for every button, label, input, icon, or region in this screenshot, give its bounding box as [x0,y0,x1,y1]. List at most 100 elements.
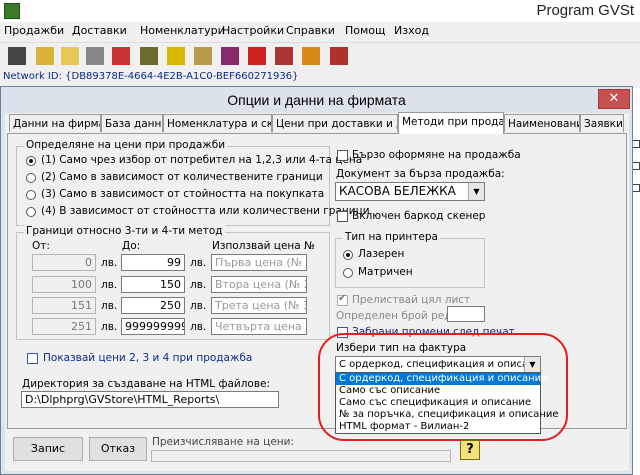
import-icon[interactable] [302,47,320,65]
limit-from-1: 0 [32,254,96,271]
whole-sheet-checkbox [337,293,348,306]
exit-icon[interactable] [330,47,348,65]
show-prices-checkbox[interactable] [27,353,38,364]
close-icon: ✕ [608,91,620,106]
limit-from-2: 100 [32,276,96,293]
folder-icon[interactable] [61,47,79,65]
sale-icon[interactable] [8,47,26,65]
currency-label: лв. [101,257,118,269]
price-option-2-label: (2) Само в зависимост от количествените … [41,171,323,183]
app-titlebar: Program GVSt [0,0,640,22]
tab-database[interactable]: База данни [101,114,163,132]
limits-price-header: Използвай цена № [212,240,315,252]
limit-to-1[interactable]: 99 [121,254,185,271]
barcode-label: Включен баркод скенер [352,210,486,222]
print-icon[interactable] [86,47,104,65]
html-dir-input[interactable]: D:\Dlphprg\GVStore\HTML_Reports\ [21,391,279,408]
calculator-icon[interactable] [140,47,158,65]
limit-from-3: 151 [32,297,96,314]
doc-type-select[interactable]: КАСОВА БЕЛЕЖКА ▼ [335,182,485,201]
menu-bar: Продажби Доставки Номенклатури Настройки… [0,22,640,43]
price-option-1-radio[interactable] [26,156,36,166]
limit-from-4: 251 [32,318,96,335]
limit-price-1[interactable]: Първа цена (№ 1 [211,254,307,271]
currency-label: лв. [101,279,118,291]
close-button[interactable]: ✕ [598,89,630,109]
forbid-changes-checkbox[interactable] [337,327,348,338]
quick-sale-label: Бързо оформяне на продажба [352,149,521,161]
price-option-2-radio[interactable] [26,173,36,183]
bg-checkbox [632,162,640,170]
limit-to-4[interactable]: 9999999999 [121,318,185,335]
chart-icon[interactable] [221,47,239,65]
printer-matrix-radio[interactable] [343,268,353,278]
invoice-type-label: Избери тип на фактура [336,342,467,354]
printer-laser-label: Лазерен [358,248,405,260]
save-button[interactable]: Запис [13,437,83,461]
printer-group [335,238,485,288]
recalc-progress [151,450,451,462]
bg-checkbox [632,140,640,148]
doc-type-label: Документ за бърза продажба: [336,168,505,180]
menu-exit[interactable]: Изход [394,24,429,37]
chevron-down-icon[interactable]: ▼ [468,183,484,200]
key-icon[interactable] [167,47,185,65]
html-dir-label: Директория за създаване на HTML файлове: [22,378,271,390]
box-icon[interactable] [194,47,212,65]
price-option-3-radio[interactable] [26,190,36,200]
tab-names[interactable]: Наименования [504,114,580,132]
barcode-checkbox[interactable] [337,211,348,222]
chevron-down-icon[interactable]: ▼ [524,357,540,372]
currency-label: лв. [190,279,207,291]
price-option-4-radio[interactable] [26,207,36,217]
phone-icon[interactable] [248,47,266,65]
cancel-button[interactable]: Отказ [89,437,147,461]
currency-label: лв. [190,257,207,269]
invoice-option-description[interactable]: Само със описание [336,385,540,397]
quick-sale-checkbox[interactable] [337,150,348,161]
menu-nomenclatures[interactable]: Номенклатури [140,24,225,37]
tab-nomenclature[interactable]: Номенклатура и склад [163,114,272,132]
rows-count-input[interactable] [447,306,485,322]
price-option-1-label: (1) Само чрез избор от потребител на 1,2… [41,154,363,166]
invoice-option-order-number[interactable]: № за поръчка, спецификация и описание [336,409,559,421]
price-option-3-label: (3) Само в зависимост от стойността на п… [41,188,325,200]
currency-label: лв. [190,300,207,312]
tab-sales-methods[interactable]: Методи при продажби [398,112,504,134]
limit-to-3[interactable]: 250 [121,297,185,314]
invoice-option-html[interactable]: HTML формат - Вилиан-2 [336,421,540,433]
limits-to-header: До: [122,240,141,252]
app-icon [4,3,20,19]
invoice-type-select[interactable]: С ордеркод, спецификация и описание ▼ [335,356,541,373]
invoice-type-dropdown-list: С ордеркод, спецификация и описание Само… [335,372,559,434]
invoice-option-orderkod[interactable]: С ордеркод, спецификация и описание [336,373,547,385]
menu-reports[interactable]: Справки [286,24,335,37]
limit-price-3[interactable]: Трета цена (№ 3 [211,297,307,314]
currency-label: лв. [190,321,207,333]
limit-price-4[interactable]: Четвърта цена (№ [211,318,307,335]
export-icon[interactable] [275,47,293,65]
question-icon: ? [466,442,474,457]
menu-settings[interactable]: Настройки [222,24,284,37]
tab-company-data[interactable]: Данни на фирмата [9,114,101,132]
show-prices-label: Показвай цени 2, 3 и 4 при продажба [43,352,253,364]
printer-laser-radio[interactable] [343,250,353,260]
limit-to-2[interactable]: 150 [121,276,185,293]
tab-delivery-prices[interactable]: Цени при доставки и ДДС [272,114,398,132]
whole-sheet-label: Прелиствай цял лист [352,294,471,306]
menu-help[interactable]: Помощ [345,24,385,37]
limit-price-2[interactable]: Втора цена (№ 2 [211,276,307,293]
menu-sales[interactable]: Продажби [4,24,64,37]
invoice-option-spec-description[interactable]: Само със спецификация и описание [336,397,540,409]
tab-requests[interactable]: Заявки [580,114,624,132]
help-button[interactable]: ? [460,440,480,460]
menu-deliveries[interactable]: Доставки [72,24,127,37]
currency-label: лв. [101,300,118,312]
invoice-type-value: С ордеркод, спецификация и описание [339,359,541,370]
currency-label: лв. [101,321,118,333]
delivery-icon[interactable] [36,47,54,65]
printer-group-label: Тип на принтера [343,231,440,243]
price-option-4-label: (4) В зависимост от стойността или колич… [41,205,370,217]
document-icon[interactable] [112,47,130,65]
limits-label: Граници относно 3-ти и 4-ти метод [24,225,225,237]
